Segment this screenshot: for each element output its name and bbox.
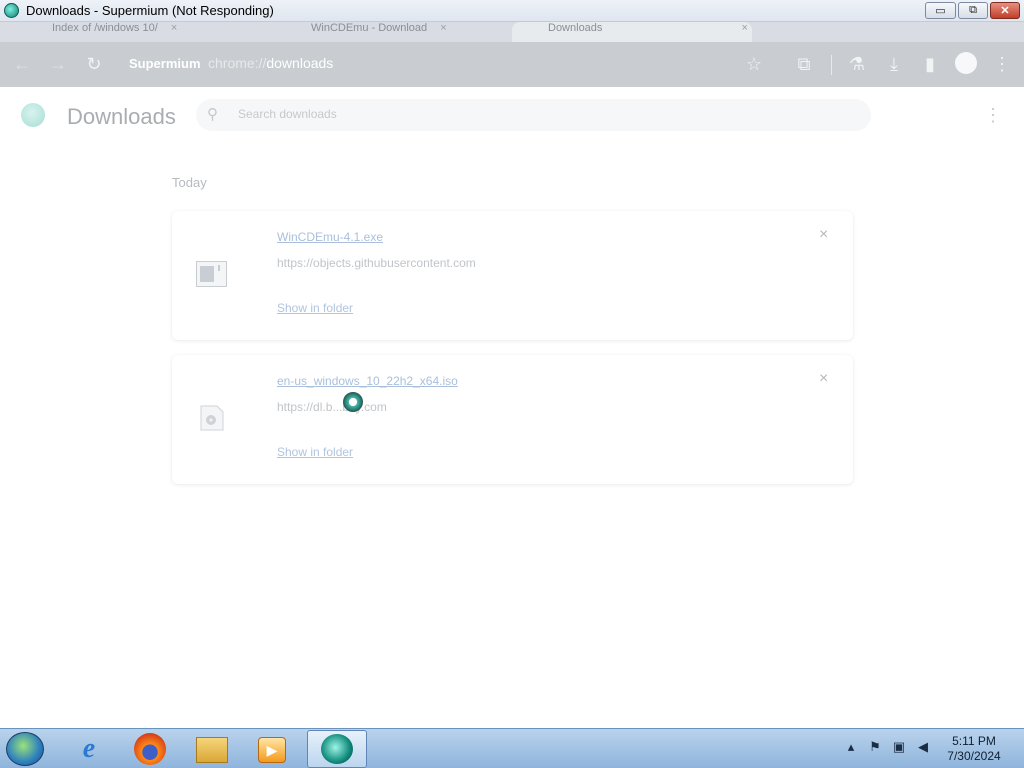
tab-wincdemu-download[interactable]: WinCDEmu - Download ×: [311, 22, 511, 42]
toolbar-separator: [831, 55, 832, 75]
firefox-icon[interactable]: [134, 733, 166, 765]
download-source-url: https://dl.b...boy.com: [277, 400, 387, 414]
download-filename-link[interactable]: en-us_windows_10_22h2_x64.iso: [277, 374, 458, 388]
search-bar[interactable]: ⚲: [196, 99, 871, 131]
more-actions-icon[interactable]: ⋮: [984, 105, 1002, 125]
sidepanel-icon[interactable]: ▮: [919, 53, 941, 75]
show-in-folder-link[interactable]: Show in folder: [277, 445, 353, 459]
tab-close-icon[interactable]: ×: [171, 22, 177, 34]
download-filename-link[interactable]: WinCDEmu-4.1.exe: [277, 230, 383, 244]
show-hidden-icons-icon[interactable]: ▴: [843, 739, 859, 755]
taskbar: e ▶ ▴ ⚑ ▣ ◀ 5:11 PM 7/30/2024: [0, 728, 1024, 768]
labs-icon[interactable]: ⚗: [846, 53, 868, 75]
tab-title: WinCDEmu - Download: [311, 22, 428, 34]
media-player-icon[interactable]: ▶: [258, 737, 286, 763]
system-tray: ▴ ⚑ ▣ ◀: [843, 739, 931, 755]
downloads-page: Downloads ⚲ ⋮ Today WinCDEmu-4.1.exe htt…: [0, 87, 1024, 728]
page-title: Downloads: [67, 104, 176, 129]
busy-cursor-icon: [343, 392, 363, 412]
iso-file-icon: [200, 405, 224, 431]
minimize-button[interactable]: ▭: [925, 2, 956, 19]
internet-explorer-icon[interactable]: e: [73, 733, 105, 765]
show-in-folder-link[interactable]: Show in folder: [277, 301, 353, 315]
tab-close-icon[interactable]: ×: [440, 22, 446, 34]
volume-muted-icon[interactable]: ◀: [915, 739, 931, 755]
menu-icon[interactable]: ⋮: [991, 53, 1013, 75]
system-clock[interactable]: 5:11 PM 7/30/2024: [945, 734, 1003, 764]
supermium-logo-icon: [21, 103, 45, 127]
close-button[interactable]: ✕: [990, 2, 1020, 19]
forward-icon[interactable]: →: [47, 53, 69, 75]
extensions-icon[interactable]: ⧉: [793, 53, 815, 75]
browser-toolbar: ← → ↻ Supermium chrome://downloads ☆ ⧉ ⚗…: [0, 42, 1024, 87]
supermium-app-icon: [4, 3, 19, 18]
tab-title: Downloads: [548, 22, 603, 34]
maximize-button[interactable]: ⧉: [958, 2, 988, 19]
remove-download-icon[interactable]: ×: [819, 370, 828, 388]
windows-explorer-icon[interactable]: [196, 737, 228, 763]
address-bar[interactable]: chrome://downloads: [208, 55, 333, 71]
star-icon[interactable]: ☆: [743, 53, 765, 75]
reload-icon[interactable]: ↻: [83, 53, 105, 75]
supermium-taskbar-button[interactable]: [307, 730, 367, 768]
clock-date: 7/30/2024: [947, 749, 1001, 763]
download-source-url: https://objects.githubusercontent.com: [277, 256, 476, 270]
download-item: en-us_windows_10_22h2_x64.iso https://dl…: [172, 355, 853, 484]
tab-index-of-windows[interactable]: Index of /windows 10/ ×: [52, 22, 262, 42]
profile-icon[interactable]: [955, 52, 977, 74]
tab-title: Index of /windows 10/: [52, 22, 158, 34]
url-path: downloads: [266, 55, 334, 71]
date-section-label: Today: [172, 175, 207, 190]
clock-time: 5:11 PM: [952, 734, 996, 748]
remove-download-icon[interactable]: ×: [819, 226, 828, 244]
exe-file-icon: [196, 261, 227, 287]
download-icon[interactable]: ⤓: [883, 53, 905, 75]
window-titlebar[interactable]: Downloads - Supermium (Not Responding) ▭…: [0, 0, 1024, 22]
action-center-flag-icon[interactable]: ⚑: [867, 739, 883, 755]
download-item: WinCDEmu-4.1.exe https://objects.githubu…: [172, 211, 853, 340]
omnibox-origin-chip[interactable]: Supermium: [129, 56, 201, 71]
search-icon[interactable]: ⚲: [207, 105, 218, 123]
tab-close-icon[interactable]: ×: [741, 22, 747, 34]
window-title: Downloads - Supermium (Not Responding): [26, 3, 274, 18]
search-input[interactable]: [238, 107, 838, 121]
network-icon[interactable]: ▣: [891, 739, 907, 755]
url-scheme: chrome://: [208, 55, 267, 71]
tab-strip: Index of /windows 10/ × WinCDEmu - Downl…: [0, 22, 1024, 42]
start-button[interactable]: [6, 732, 44, 766]
back-icon[interactable]: ←: [11, 53, 33, 75]
supermium-icon: [321, 734, 353, 764]
tab-downloads[interactable]: Downloads ×: [512, 22, 752, 42]
